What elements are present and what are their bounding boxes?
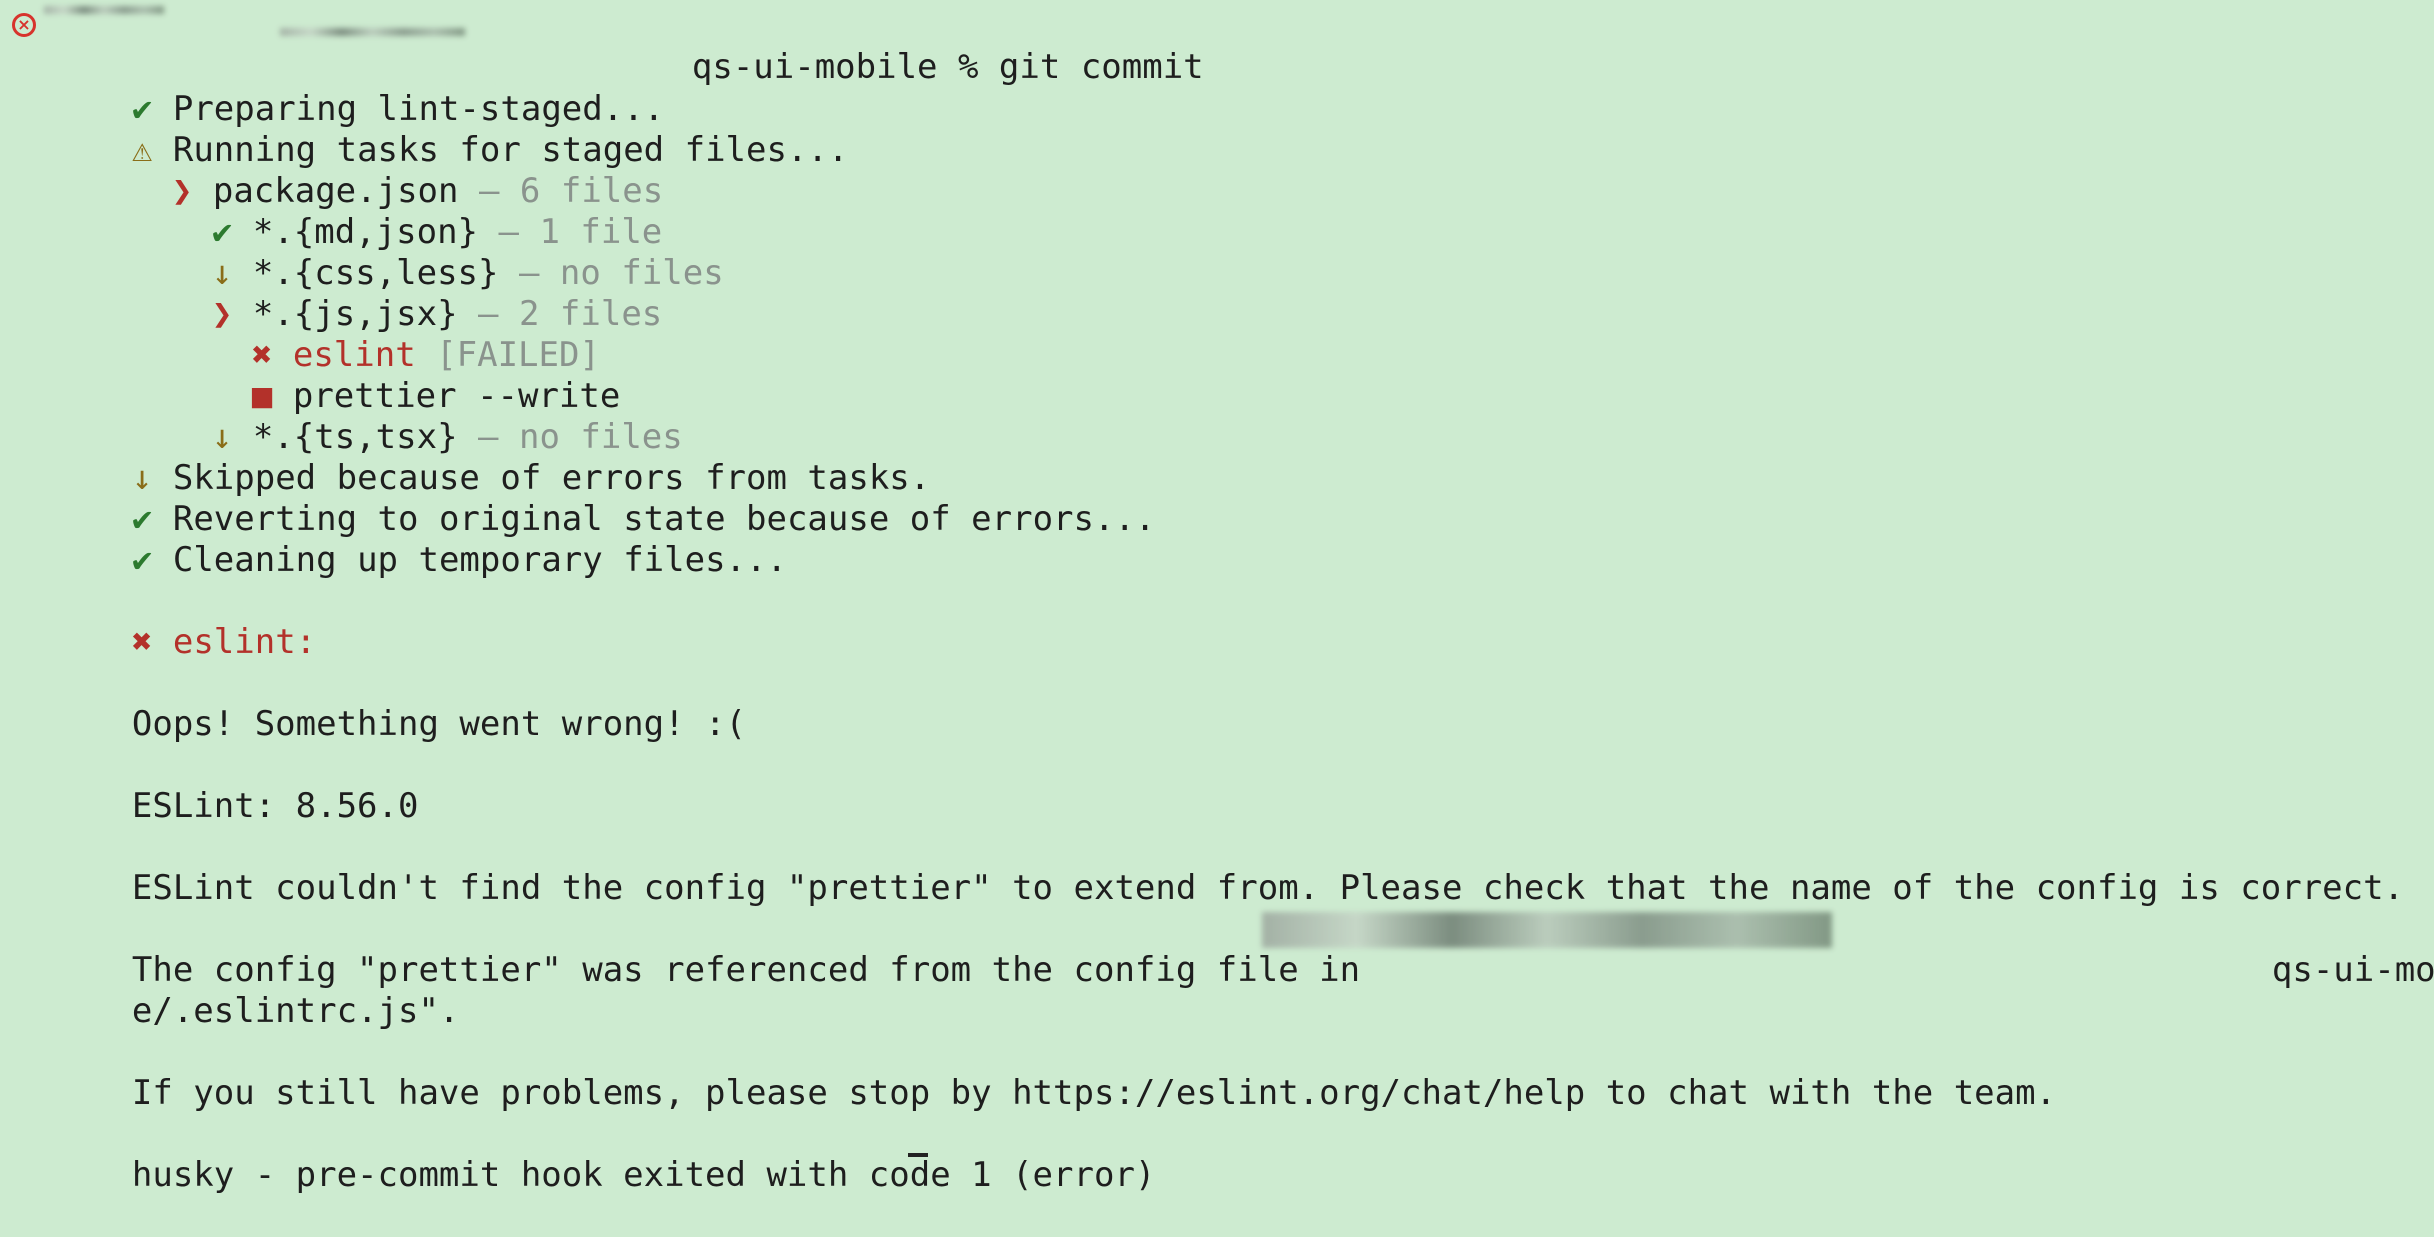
output-line-config-error: ESLint couldn't find the config "prettie… (50, 827, 2404, 908)
output-line-prettier-task: ■ prettier --write (170, 335, 620, 416)
output-line-skipped: ↓ Skipped because of errors from tasks. (50, 417, 930, 498)
redacted-config-path (1262, 912, 1832, 948)
output-line-cleaning: ✔ Cleaning up temporary files... (50, 499, 787, 580)
cross-icon: ✖ (131, 622, 153, 662)
output-line-referenced-cont: e/.eslintrc.js". (50, 950, 460, 1031)
husky-text: husky - pre-commit hook exited with code… (131, 1155, 1156, 1195)
redacted-prompt-path (44, 6, 164, 14)
output-line-js-jsx: ❯ *.{js,jsx} — 2 files (130, 253, 662, 334)
output-line-ts-tsx: ↓ *.{ts,tsx} — no files (130, 376, 683, 457)
output-line-eslint-task: ✖ eslint [FAILED] (170, 294, 600, 375)
close-icon[interactable]: × (12, 13, 36, 37)
oops-text: Oops! Something went wrong! :( (131, 704, 746, 744)
referenced-cont-text: e/.eslintrc.js". (131, 991, 460, 1031)
referenced-suffix-text: qs-ui-mobil (2271, 950, 2434, 990)
output-line-running: ⚠ Running tasks for staged files... (50, 89, 848, 170)
eslint-version-text: ESLint: 8.56.0 (131, 786, 419, 826)
terminal-window[interactable]: × qs-ui-mobile % git commit ✔ Preparing … (0, 0, 2434, 1195)
prompt-command-text: qs-ui-mobile % git commit (691, 47, 1204, 87)
text-cursor (908, 1153, 928, 1157)
command-line: qs-ui-mobile % git commit (610, 6, 1204, 87)
output-line-referenced-suffix: qs-ui-mobil (2190, 909, 2434, 990)
output-line-eslint-header: ✖ eslint: (50, 581, 316, 662)
eslint-header-text: eslint: (172, 622, 317, 662)
output-line-husky: husky - pre-commit hook exited with code… (50, 1114, 1156, 1195)
check-icon: ✔ (131, 540, 153, 580)
output-line-preparing: ✔ Preparing lint-staged... (50, 48, 664, 129)
output-line-referenced: The config "prettier" was referenced fro… (50, 909, 1381, 990)
output-line-md-json: ✔ *.{md,json} — 1 file (130, 171, 662, 252)
config-error-text: ESLint couldn't find the config "prettie… (131, 868, 2405, 908)
cleaning-text: Cleaning up temporary files... (172, 540, 787, 580)
output-line-css-less: ↓ *.{css,less} — no files (130, 212, 724, 293)
output-line-help: If you still have problems, please stop … (50, 1032, 2056, 1113)
output-line-package: ❯ package.json — 6 files (90, 130, 663, 211)
output-line-oops: Oops! Something went wrong! :( (50, 663, 746, 744)
output-line-eslint-version: ESLint: 8.56.0 (50, 745, 419, 826)
help-text: If you still have problems, please stop … (131, 1073, 2057, 1113)
redacted-prompt-path (280, 28, 465, 36)
output-line-reverting: ✔ Reverting to original state because of… (50, 458, 1156, 539)
